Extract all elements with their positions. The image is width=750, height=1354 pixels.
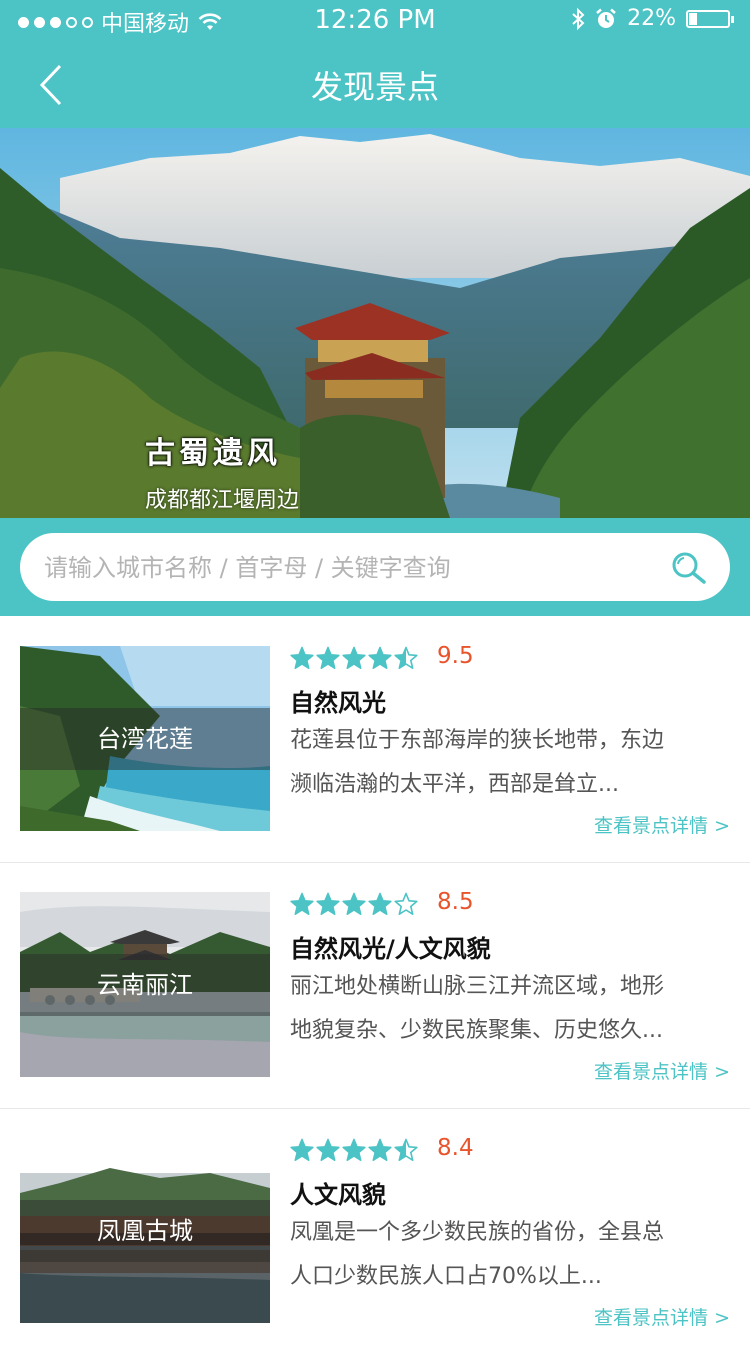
spot-category: 自然风光/人文风貌 xyxy=(290,935,491,963)
spot-description: 花莲县位于东部海岸的狭长地带，东边 濒临浩瀚的太平洋，西部是耸立... xyxy=(290,728,665,797)
search-section xyxy=(0,518,750,616)
hero-image xyxy=(0,128,750,518)
page-title: 发现景点 xyxy=(310,68,439,106)
top-bar: 中国移动 12:26 PM 22% 发现景点 xyxy=(0,0,750,128)
search-box[interactable] xyxy=(20,533,730,603)
search-input[interactable] xyxy=(42,533,656,603)
star-full-icon xyxy=(368,892,392,915)
star-full-icon xyxy=(342,646,366,669)
list-item[interactable]: 台湾花莲 9.5 自然风光 花莲县位于东部海岸的狭长地带，东边 濒临浩瀚的太平洋，… xyxy=(0,617,750,863)
star-full-icon xyxy=(368,1138,392,1161)
star-half-icon xyxy=(394,1138,418,1161)
bluetooth-icon xyxy=(572,7,585,30)
spot-name: 凤凰古城 xyxy=(20,1200,270,1262)
hero-banner[interactable]: 古蜀遗风 成都都江堰周边 xyxy=(0,128,750,518)
spot-category: 人文风貌 xyxy=(290,1181,386,1209)
spot-thumbnail[interactable]: 凤凰古城 xyxy=(20,1138,270,1323)
list-item[interactable]: 云南丽江 8.5 自然风光/人文风貌 丽江地处横断山脉三江并流区域，地形 地貌复杂… xyxy=(0,863,750,1109)
star-full-icon xyxy=(316,646,340,669)
star-full-icon xyxy=(316,1138,340,1161)
star-full-icon xyxy=(316,892,340,915)
star-full-icon xyxy=(342,1138,366,1161)
star-full-icon xyxy=(290,892,314,915)
star-rating xyxy=(290,892,418,916)
battery-icon xyxy=(686,9,734,28)
spot-thumbnail[interactable]: 云南丽江 xyxy=(20,892,270,1077)
view-details-link[interactable]: 查看景点详情 > xyxy=(594,1303,730,1330)
search-icon[interactable] xyxy=(668,549,708,587)
alarm-icon xyxy=(596,8,616,28)
battery-percent: 22% xyxy=(627,6,676,31)
list-item[interactable]: 凤凰古城 8.4 人文风貌 凤凰是一个多少数民族的省份，全县总 人口少数民族人口占… xyxy=(0,1109,750,1354)
spot-score: 8.4 xyxy=(437,1135,474,1161)
spot-score: 9.5 xyxy=(437,643,474,669)
star-rating xyxy=(290,1138,418,1162)
view-details-link[interactable]: 查看景点详情 > xyxy=(594,1057,730,1084)
hero-subtitle: 成都都江堰周边 xyxy=(145,488,300,513)
star-half-icon xyxy=(394,646,418,669)
star-full-icon xyxy=(368,646,392,669)
star-full-icon xyxy=(290,1138,314,1161)
spot-description: 凤凰是一个多少数民族的省份，全县总 人口少数民族人口占70%以上... xyxy=(290,1220,665,1289)
spot-score: 8.5 xyxy=(437,889,474,915)
spot-name: 云南丽江 xyxy=(20,954,270,1016)
view-details-link[interactable]: 查看景点详情 > xyxy=(594,811,730,838)
spot-name: 台湾花莲 xyxy=(20,708,270,770)
star-empty-icon xyxy=(394,892,418,915)
star-full-icon xyxy=(342,892,366,915)
star-full-icon xyxy=(290,646,314,669)
nav-bar: 发现景点 xyxy=(0,40,750,128)
status-bar: 中国移动 12:26 PM 22% xyxy=(0,0,750,40)
star-rating xyxy=(290,646,418,670)
spot-thumbnail[interactable]: 台湾花莲 xyxy=(20,646,270,831)
spot-category: 自然风光 xyxy=(290,689,386,717)
spot-description: 丽江地处横断山脉三江并流区域，地形 地貌复杂、少数民族聚集、历史悠久... xyxy=(290,974,665,1043)
hero-logo-text: 古蜀遗风 xyxy=(145,436,281,471)
